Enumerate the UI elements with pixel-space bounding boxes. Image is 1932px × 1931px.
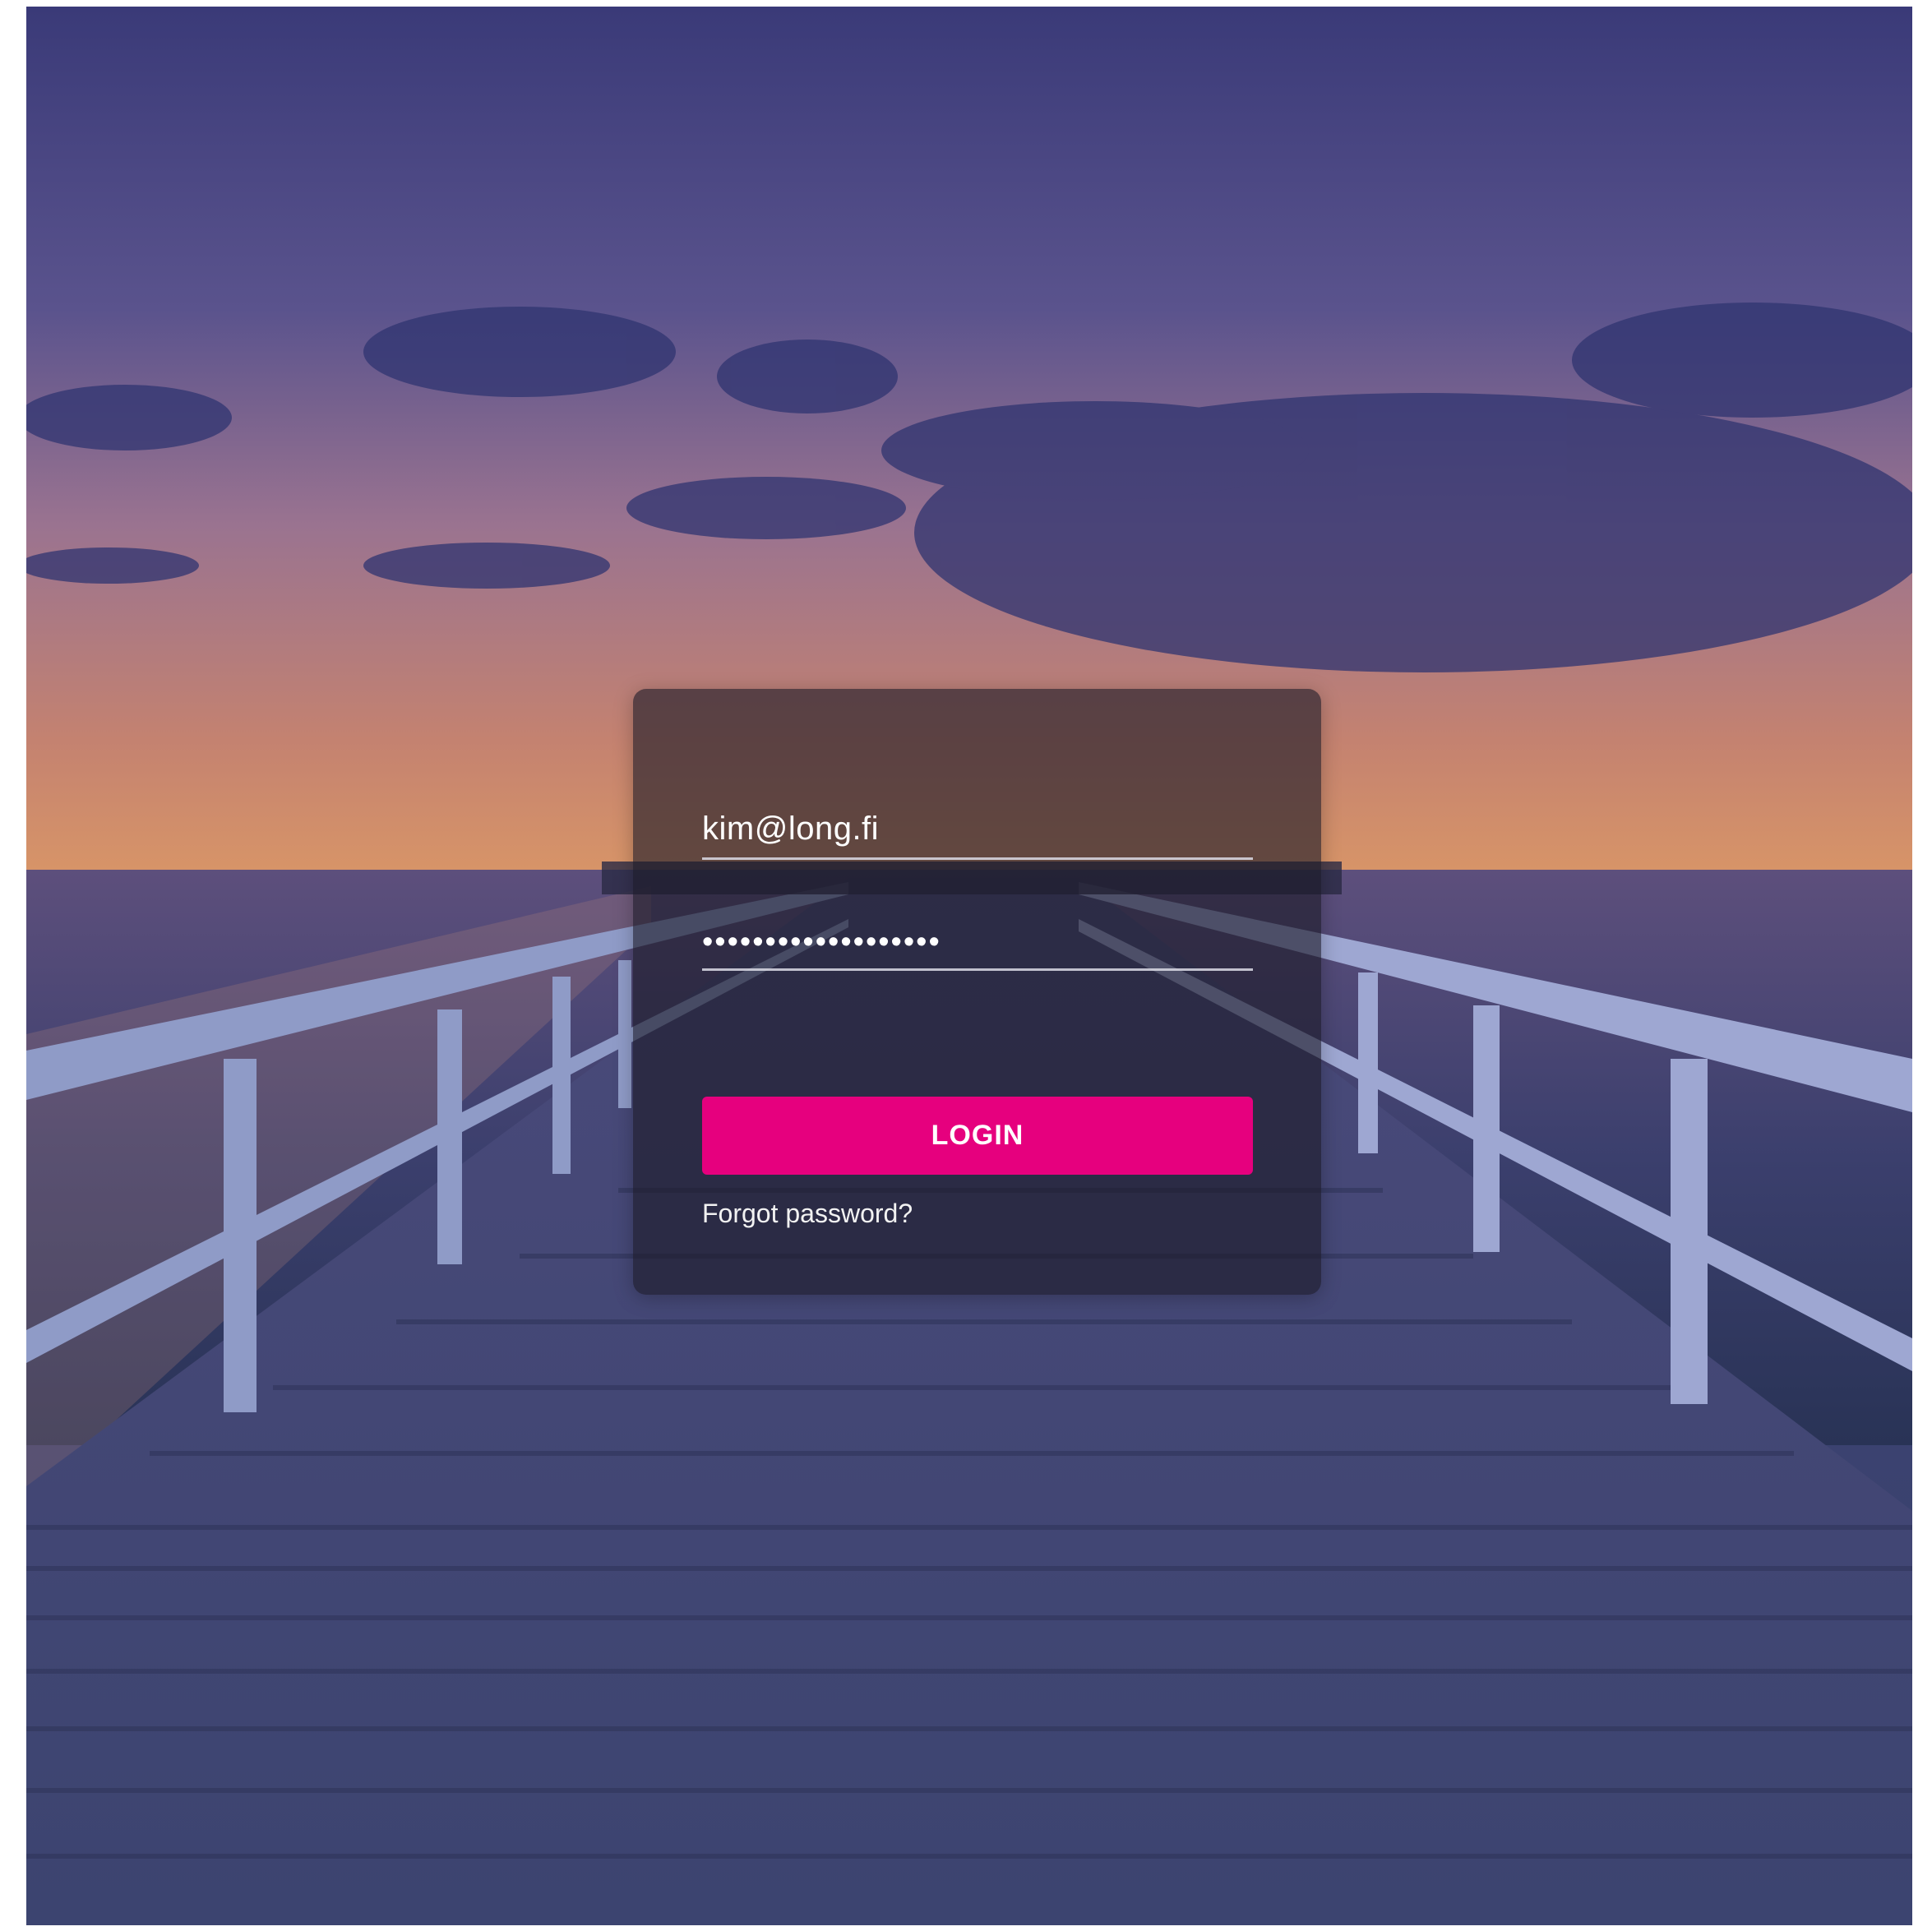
password-field[interactable]: ••••••••••••••••••• <box>702 923 1253 971</box>
email-field[interactable]: kim@long.fi <box>702 811 1253 860</box>
login-screen: kim@long.fi ••••••••••••••••••• LOGIN Fo… <box>26 7 1912 1925</box>
email-value: kim@long.fi <box>702 811 880 847</box>
password-value: ••••••••••••••••••• <box>702 925 941 959</box>
login-button[interactable]: LOGIN <box>702 1097 1253 1175</box>
login-card: kim@long.fi ••••••••••••••••••• LOGIN Fo… <box>633 689 1321 1295</box>
forgot-password-link[interactable]: Forgot password? <box>702 1199 913 1229</box>
